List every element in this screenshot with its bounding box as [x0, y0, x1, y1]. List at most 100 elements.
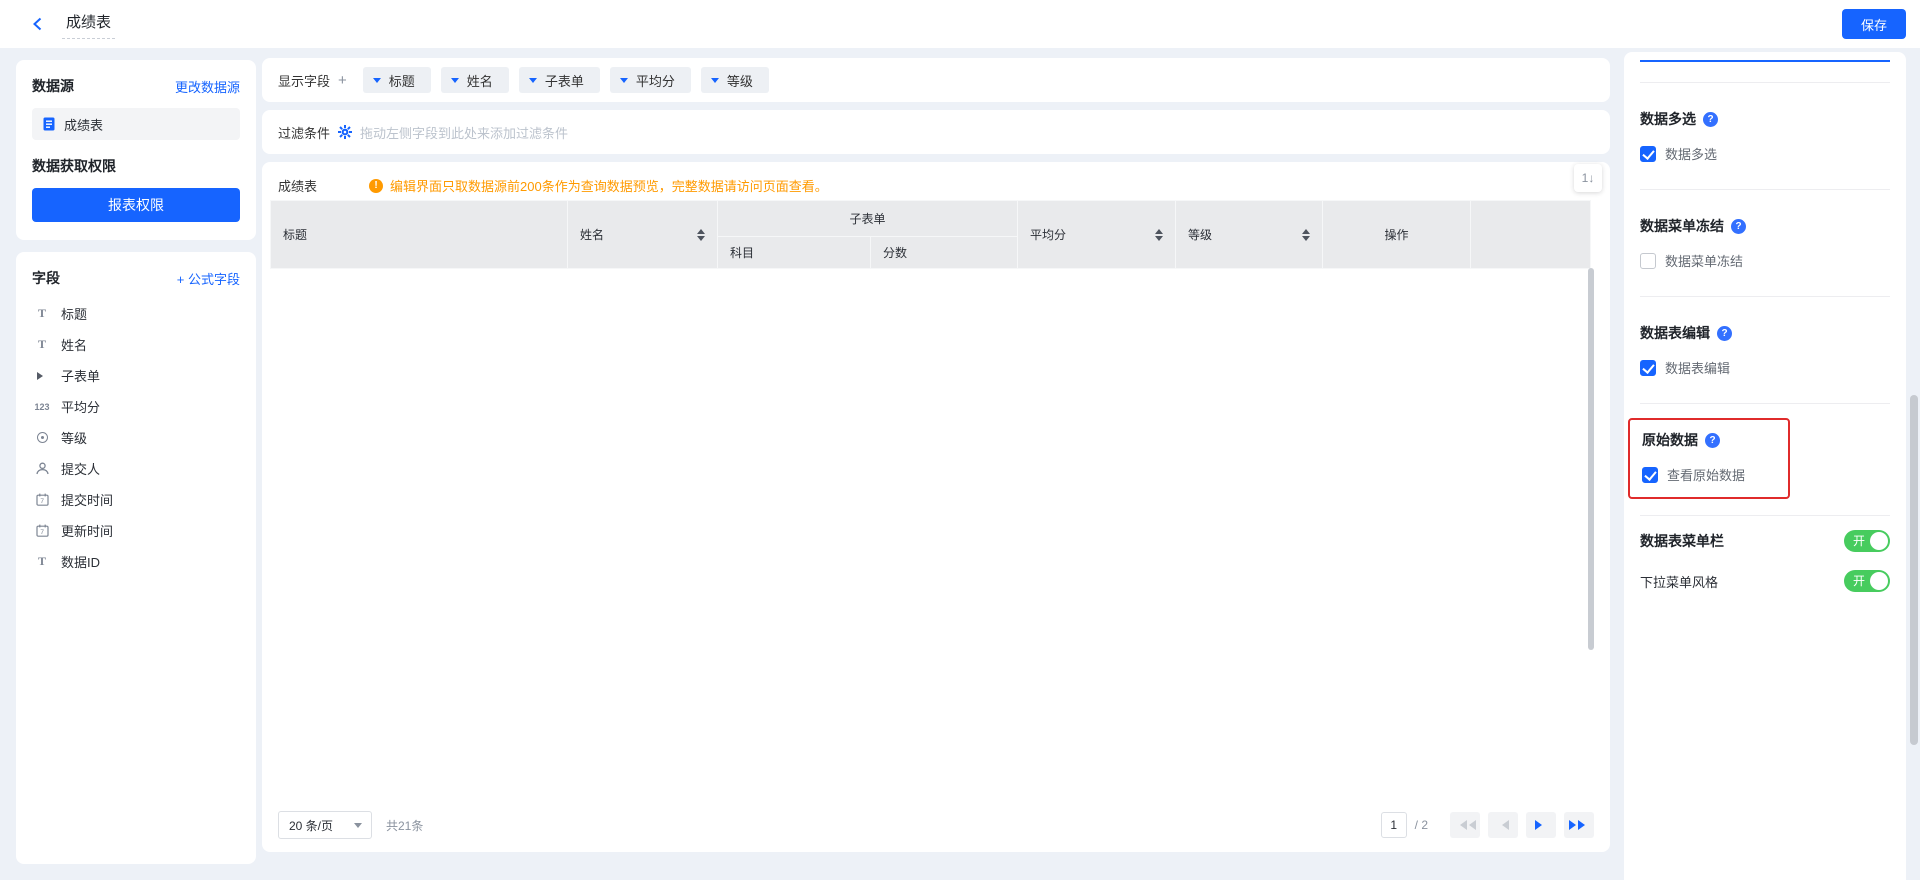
caret-down-icon: [373, 78, 381, 87]
checkbox[interactable]: [1640, 360, 1656, 376]
filter-label: 过滤条件: [278, 123, 330, 142]
field-list: T 标题 T 姓名子表单123平均分等级提交人 7提交时间7更新时间T数据ID: [32, 298, 240, 577]
column-header-name[interactable]: 姓名: [568, 201, 718, 269]
sort-icon[interactable]: [1302, 225, 1310, 245]
window-scrollbar[interactable]: [1910, 395, 1918, 745]
sort-icon[interactable]: [1155, 225, 1163, 245]
change-datasource-link[interactable]: 更改数据源: [175, 77, 240, 96]
multiselect-checkbox-row[interactable]: 数据多选: [1640, 144, 1890, 163]
fields-title: 字段: [32, 268, 60, 288]
fields-card: 字段 + 公式字段 T 标题 T 姓名子表单123平均分等级提交人 7提交时间7更新时间…: [16, 252, 256, 864]
sidebar-field-数据ID[interactable]: T数据ID: [32, 546, 240, 577]
menu-bar-toggle[interactable]: 开: [1844, 530, 1890, 552]
section-title: 数据表编辑: [1640, 323, 1710, 343]
document-icon: [42, 117, 56, 131]
settings-panel: 数据多选? 数据多选 数据菜单冻结? 数据菜单冻结 数据表编辑? 数据表编辑 原…: [1624, 52, 1906, 880]
add-display-field-button[interactable]: +: [338, 72, 347, 89]
setting-section-multiselect: 数据多选? 数据多选: [1640, 83, 1890, 189]
section-accent-line: [1640, 60, 1890, 62]
column-header-score: 分数: [871, 237, 1018, 269]
datasource-item[interactable]: 成绩表: [32, 108, 240, 140]
tag-label: 等级: [727, 71, 753, 90]
checkbox-label: 查看原始数据: [1667, 465, 1745, 484]
page-size-select[interactable]: 20 条/页: [278, 811, 372, 839]
raw-data-checkbox-row[interactable]: 查看原始数据: [1642, 465, 1788, 484]
checkbox[interactable]: [1640, 253, 1656, 269]
display-field-tag-子表单[interactable]: 子表单: [519, 67, 600, 93]
sidebar-field-姓名[interactable]: T 姓名: [32, 329, 240, 360]
display-field-tag-等级[interactable]: 等级: [701, 67, 769, 93]
menu-freeze-checkbox-row[interactable]: 数据菜单冻结: [1640, 251, 1890, 270]
page-number-input[interactable]: [1381, 812, 1407, 838]
column-header-subject: 科目: [718, 237, 871, 269]
sidebar-field-平均分[interactable]: 123平均分: [32, 391, 240, 422]
column-header-ops: 操作: [1323, 201, 1471, 269]
subform-expand-icon[interactable]: [32, 372, 52, 380]
help-icon[interactable]: ?: [1731, 219, 1746, 234]
sidebar-field-标题[interactable]: T 标题: [32, 298, 240, 329]
text-icon: T: [32, 337, 52, 352]
help-icon[interactable]: ?: [1703, 112, 1718, 127]
checkbox-label: 数据菜单冻结: [1665, 251, 1743, 270]
checkbox[interactable]: [1640, 146, 1656, 162]
field-label: 提交人: [61, 459, 100, 478]
checkbox[interactable]: [1642, 467, 1658, 483]
next-page-button[interactable]: [1526, 812, 1556, 838]
sidebar-field-更新时间[interactable]: 7更新时间: [32, 515, 240, 546]
formula-field-link[interactable]: + 公式字段: [177, 269, 240, 288]
title-icon: T: [32, 306, 52, 321]
display-field-tag-标题[interactable]: 标题: [363, 67, 431, 93]
menu-bar-toggle-row: 数据表菜单栏 开: [1640, 526, 1890, 556]
sidebar-field-提交时间[interactable]: 7提交时间: [32, 484, 240, 515]
filter-settings-gear-icon[interactable]: [338, 125, 352, 139]
data-table: 标题姓名子表单平均分等级操作科目分数: [270, 200, 1594, 798]
filter-drop-placeholder[interactable]: 拖动左侧字段到此处来添加过滤条件: [360, 123, 568, 142]
last-page-button[interactable]: [1564, 812, 1594, 838]
sidebar-field-子表单[interactable]: 子表单: [32, 360, 240, 391]
back-button[interactable]: [28, 14, 48, 34]
column-header-blank: [1471, 201, 1591, 269]
display-field-tag-平均分[interactable]: 平均分: [610, 67, 691, 93]
column-header-avg[interactable]: 平均分: [1018, 201, 1176, 269]
setting-section-table-edit: 数据表编辑? 数据表编辑: [1640, 297, 1890, 403]
display-field-tag-姓名[interactable]: 姓名: [441, 67, 509, 93]
caret-down-icon: [620, 78, 628, 87]
display-fields-label: 显示字段: [278, 71, 330, 90]
setting-section-menu-freeze: 数据菜单冻结? 数据菜单冻结: [1640, 190, 1890, 296]
sort-icon[interactable]: [697, 225, 705, 245]
first-page-button[interactable]: [1450, 812, 1480, 838]
dropdown-style-toggle[interactable]: 开: [1844, 570, 1890, 592]
sidebar-field-等级[interactable]: 等级: [32, 422, 240, 453]
table-edit-checkbox-row[interactable]: 数据表编辑: [1640, 358, 1890, 377]
column-header-label: 姓名: [580, 226, 604, 243]
table-title: 成绩表: [278, 176, 317, 195]
checkbox-label: 数据多选: [1665, 144, 1717, 163]
sidebar-field-提交人[interactable]: 提交人: [32, 453, 240, 484]
tag-label: 平均分: [636, 71, 675, 90]
warning-text: 编辑界面只取数据源前200条作为查询数据预览，完整数据请访问页面查看。: [390, 176, 828, 195]
permission-title: 数据获取权限: [32, 156, 240, 176]
field-label: 平均分: [61, 397, 100, 416]
page-title[interactable]: 成绩表: [62, 9, 115, 39]
help-icon[interactable]: ?: [1717, 326, 1732, 341]
field-label: 标题: [61, 304, 87, 323]
section-title: 数据多选: [1640, 109, 1696, 129]
column-header-label: 平均分: [1030, 226, 1066, 243]
field-label: 姓名: [61, 335, 87, 354]
chevron-down-icon: [354, 823, 362, 832]
save-button[interactable]: 保存: [1842, 9, 1906, 39]
caret-down-icon: [529, 78, 537, 87]
table-scrollbar[interactable]: [1588, 268, 1594, 650]
section-title: 原始数据: [1642, 430, 1698, 450]
sort-order-button[interactable]: 1↓: [1574, 164, 1602, 192]
column-header-grade[interactable]: 等级: [1176, 201, 1323, 269]
radio-icon: [32, 432, 52, 443]
preview-warning: ! 编辑界面只取数据源前200条作为查询数据预览，完整数据请访问页面查看。: [369, 176, 828, 195]
pagination-bar: 20 条/页 共21条 / 2: [278, 810, 1594, 840]
help-icon[interactable]: ?: [1705, 433, 1720, 448]
prev-page-button[interactable]: [1488, 812, 1518, 838]
report-permission-button[interactable]: 报表权限: [32, 188, 240, 222]
tag-label: 子表单: [545, 71, 584, 90]
person-icon: [32, 462, 52, 475]
column-header-subform: 子表单: [718, 201, 1018, 237]
